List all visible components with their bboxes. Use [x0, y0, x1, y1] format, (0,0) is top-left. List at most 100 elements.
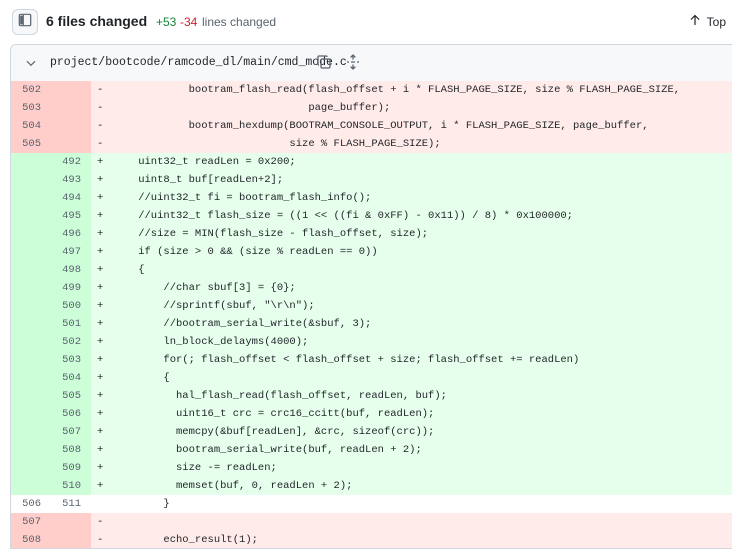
old-line-number[interactable]	[11, 405, 41, 423]
diff-line-add: 495 + //uint32_t flash_size = ((1 << ((fi…	[11, 207, 732, 225]
diff-sign: -	[97, 102, 104, 114]
old-line-number[interactable]: 502	[11, 81, 41, 99]
old-line-number[interactable]	[11, 333, 41, 351]
diff-sign: +	[97, 156, 104, 168]
old-line-number[interactable]	[11, 441, 41, 459]
old-line-number[interactable]	[11, 459, 41, 477]
old-line-number[interactable]: 505	[11, 135, 41, 153]
file-diff: project/bootcode/ramcode_dl/main/cmd_mod…	[10, 44, 732, 549]
new-line-number[interactable]	[51, 117, 81, 135]
new-line-number[interactable]: 500	[51, 297, 81, 315]
new-line-number[interactable]	[51, 99, 81, 117]
diff-sign: +	[97, 444, 104, 456]
back-to-top-link[interactable]: Top	[689, 14, 726, 29]
old-line-number[interactable]	[11, 189, 41, 207]
old-line-number[interactable]: 503	[11, 99, 41, 117]
additions-count: +53	[156, 15, 177, 29]
new-line-number[interactable]: 497	[51, 243, 81, 261]
code-text: }	[113, 498, 170, 510]
new-line-number[interactable]	[51, 531, 81, 548]
new-line-number[interactable]: 493	[51, 171, 81, 189]
old-line-number[interactable]	[11, 279, 41, 297]
file-path[interactable]: project/bootcode/ramcode_dl/main/cmd_mod…	[50, 56, 347, 69]
new-line-number[interactable]: 494	[51, 189, 81, 207]
diff-line-add: 502 + ln_block_delayms(4000);	[11, 333, 732, 351]
diff-sign: -	[97, 138, 104, 150]
diff-line-add: 506 + uint16_t crc = crc16_ccitt(buf, rea…	[11, 405, 732, 423]
code-text: bootram_serial_write(buf, readLen + 2);	[113, 444, 422, 456]
new-line-number[interactable]: 504	[51, 369, 81, 387]
code-text: memset(buf, 0, readLen + 2);	[113, 480, 353, 492]
diff-line-add: 499 + //char sbuf[3] = {0};	[11, 279, 732, 297]
diff-sign: +	[97, 246, 104, 258]
diff-line-add: 508 + bootram_serial_write(buf, readLen +…	[11, 441, 732, 459]
new-line-number[interactable]	[51, 81, 81, 99]
new-line-number[interactable]: 492	[51, 153, 81, 171]
copy-icon[interactable]	[316, 54, 332, 75]
new-line-number[interactable]	[51, 513, 81, 531]
code-text: uint32_t readLen = 0x200;	[113, 156, 296, 168]
code-text: uint8_t buf[readLen+2];	[113, 174, 284, 186]
new-line-number[interactable]: 502	[51, 333, 81, 351]
new-line-number[interactable]: 495	[51, 207, 81, 225]
new-line-number[interactable]: 499	[51, 279, 81, 297]
new-line-number[interactable]: 506	[51, 405, 81, 423]
code-text: {	[113, 264, 145, 276]
diff-sign: +	[97, 426, 104, 438]
code-text: //sprintf(sbuf, "\r\n");	[113, 300, 315, 312]
old-line-number[interactable]: 504	[11, 117, 41, 135]
diff-line-add: 493 + uint8_t buf[readLen+2];	[11, 171, 732, 189]
new-line-number[interactable]: 501	[51, 315, 81, 333]
old-line-number[interactable]: 508	[11, 531, 41, 548]
diff-sign: +	[97, 282, 104, 294]
code-text: //char sbuf[3] = {0};	[113, 282, 296, 294]
old-line-number[interactable]	[11, 387, 41, 405]
chevron-down-icon[interactable]	[25, 56, 37, 74]
diff-toolbar: 6 files changed +53 -34 lines changed To…	[0, 0, 732, 43]
diff-line-add: 498 + {	[11, 261, 732, 279]
new-line-number[interactable]: 509	[51, 459, 81, 477]
arrow-up-icon	[689, 14, 701, 29]
new-line-number[interactable]: 511	[51, 495, 81, 513]
expand-icon[interactable]	[345, 54, 361, 75]
diff-line-add: 507 + memcpy(&buf[readLen], &crc, sizeof(…	[11, 423, 732, 441]
new-line-number[interactable]: 498	[51, 261, 81, 279]
diff-line-del: 503 - page_buffer);	[11, 99, 732, 117]
old-line-number[interactable]	[11, 225, 41, 243]
old-line-number[interactable]	[11, 243, 41, 261]
diff-line-del: 507 -	[11, 513, 732, 531]
old-line-number[interactable]	[11, 171, 41, 189]
new-line-number[interactable]: 496	[51, 225, 81, 243]
old-line-number[interactable]	[11, 351, 41, 369]
diff-sign: +	[97, 408, 104, 420]
new-line-number[interactable]: 508	[51, 441, 81, 459]
diff-sign: +	[97, 174, 104, 186]
diff-sign: +	[97, 372, 104, 384]
diff-sign: -	[97, 534, 104, 546]
diff-sign: +	[97, 210, 104, 222]
old-line-number[interactable]	[11, 369, 41, 387]
old-line-number[interactable]	[11, 207, 41, 225]
diff-line-add: 492 + uint32_t readLen = 0x200;	[11, 153, 732, 171]
diff-line-add: 510 + memset(buf, 0, readLen + 2);	[11, 477, 732, 495]
file-header: project/bootcode/ramcode_dl/main/cmd_mod…	[11, 45, 732, 82]
new-line-number[interactable]	[51, 135, 81, 153]
new-line-number[interactable]: 507	[51, 423, 81, 441]
code-text: //bootram_serial_write(&sbuf, 3);	[113, 318, 372, 330]
old-line-number[interactable]	[11, 477, 41, 495]
diff-sign: -	[97, 120, 104, 132]
old-line-number[interactable]	[11, 423, 41, 441]
diff-sign: +	[97, 354, 104, 366]
code-text: //size = MIN(flash_size - flash_offset, …	[113, 228, 429, 240]
old-line-number[interactable]	[11, 261, 41, 279]
old-line-number[interactable]	[11, 315, 41, 333]
old-line-number[interactable]	[11, 153, 41, 171]
file-tree-toggle-button[interactable]	[12, 9, 38, 35]
new-line-number[interactable]: 503	[51, 351, 81, 369]
new-line-number[interactable]: 505	[51, 387, 81, 405]
old-line-number[interactable]: 507	[11, 513, 41, 531]
new-line-number[interactable]: 510	[51, 477, 81, 495]
diff-line-add: 501 + //bootram_serial_write(&sbuf, 3);	[11, 315, 732, 333]
old-line-number[interactable]	[11, 297, 41, 315]
old-line-number[interactable]: 506	[11, 495, 41, 513]
